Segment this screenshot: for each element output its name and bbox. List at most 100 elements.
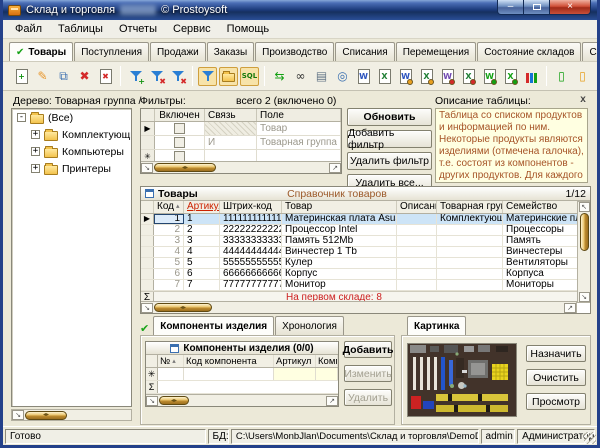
tree-hscroll-corner-icon[interactable]: ↘ (12, 410, 24, 420)
description-close-button[interactable]: x (577, 94, 589, 106)
refresh-icon[interactable]: ⇆ (270, 67, 289, 86)
subtab-1[interactable]: Хронология (275, 316, 344, 335)
table-row[interactable]: 777777777777777МониторМониторы (141, 280, 591, 291)
table-cell[interactable] (397, 258, 437, 268)
filter-panel-icon[interactable] (198, 67, 217, 86)
export-word-icon[interactable]: W (354, 67, 373, 86)
export-excel-icon[interactable]: X (375, 67, 394, 86)
table-cell[interactable]: 4 (154, 247, 184, 257)
products-vscroll-top-icon[interactable]: ↖ (579, 202, 590, 212)
components-grid[interactable]: Компоненты изделия (0/0) №▴Код компонент… (145, 341, 339, 407)
table-cell[interactable]: Монитор (282, 280, 397, 290)
tree-item-0[interactable]: -(Все) (12, 109, 131, 126)
edit-icon[interactable]: ✎ (33, 67, 52, 86)
menu-item-0[interactable]: Файл (7, 21, 50, 37)
components-hscroll-right-icon[interactable]: ↗ (326, 396, 338, 406)
table-cell[interactable]: 5 (154, 258, 184, 268)
components-cell[interactable] (158, 368, 184, 380)
products-vscrollbar[interactable]: ↖ ↘ (577, 201, 590, 303)
products-header-2[interactable]: Штрих-код (220, 201, 282, 213)
table-cell[interactable]: Корпус (282, 269, 397, 279)
components-new-row[interactable]: ✳ (146, 368, 338, 381)
tree-hscrollbar[interactable]: ↘ (11, 409, 132, 421)
products-hscrollbar[interactable]: ↘ ↗ (141, 301, 577, 313)
components-button-0[interactable]: Добавить (344, 341, 392, 358)
table-cell[interactable]: Комплектующие (437, 214, 503, 224)
tree-panel-icon[interactable] (219, 67, 238, 86)
table-cell[interactable] (437, 269, 503, 279)
products-vscroll-bottom-icon[interactable]: ↘ (579, 292, 590, 302)
tab-1[interactable]: Поступления (74, 42, 149, 61)
filter-checkbox[interactable] (174, 137, 185, 148)
products-hscroll-left-icon[interactable]: ↘ (141, 303, 153, 313)
delete-table-icon[interactable]: ✖ (96, 67, 115, 86)
table-row[interactable]: 666666666666666КорпусКорпуса (141, 269, 591, 280)
add-record-icon[interactable]: + (12, 67, 31, 86)
table-cell[interactable]: 1111111111111 (220, 214, 282, 224)
table-cell[interactable]: 7 (154, 280, 184, 290)
excel-report-icon[interactable]: X (459, 67, 478, 86)
filters-hscroll-right-icon[interactable]: ↗ (329, 163, 341, 173)
table-cell[interactable]: 3 (184, 236, 220, 246)
table-cell[interactable]: 6 (154, 269, 184, 279)
table-cell[interactable]: 2 (154, 225, 184, 235)
table-cell[interactable]: 6666666666666 (220, 269, 282, 279)
filter-row-0[interactable]: ▶Товар (141, 122, 341, 136)
picture-button-0[interactable]: Назначить (526, 345, 586, 362)
table-cell[interactable] (397, 214, 437, 224)
components-hscroll-thumb[interactable] (159, 396, 189, 405)
components-cell[interactable] (184, 368, 274, 380)
menu-item-3[interactable]: Сервис (165, 21, 219, 37)
components-header-2[interactable]: Артикул (274, 355, 316, 367)
table-settings-icon[interactable]: ▦ (594, 67, 597, 86)
table-row[interactable]: 555555555555555КулерВентиляторы (141, 258, 591, 269)
table-cell[interactable]: 2 (184, 225, 220, 235)
filters-hscroll-left-icon[interactable]: ↘ (141, 163, 153, 173)
product-picture[interactable] (407, 343, 517, 417)
word-report-icon[interactable]: W (438, 67, 457, 86)
filter-clear-icon[interactable]: ✖ (168, 67, 187, 86)
subtab-0[interactable]: Компоненты изделия (153, 316, 274, 335)
components-button-2[interactable]: Удалить (344, 389, 392, 406)
sql-icon[interactable]: SQL (240, 67, 259, 86)
export-report-excel-icon[interactable]: X (501, 67, 520, 86)
components-header-3[interactable]: Компонент (316, 355, 338, 367)
tree-box[interactable]: -(Все)+Комплектующие+Компьютеры+Принтеры (11, 108, 132, 407)
table-cell[interactable]: 4444444444444 (220, 247, 282, 257)
tree-item-2[interactable]: +Компьютеры (12, 143, 131, 160)
table-cell[interactable]: 5 (184, 258, 220, 268)
tab-8[interactable]: Сотрудники (582, 42, 600, 61)
table-cell[interactable]: Память 512Mb (282, 236, 397, 246)
preview-icon[interactable]: ◎ (333, 67, 352, 86)
tab-5[interactable]: Списания (335, 42, 394, 61)
components-header-0[interactable]: №▴ (158, 355, 184, 367)
components-cell[interactable] (316, 368, 338, 380)
table-cell[interactable]: Процессор Intel (282, 225, 397, 235)
table-cell[interactable] (437, 225, 503, 235)
products-header-3[interactable]: Товар (282, 201, 397, 213)
tree-expander-icon[interactable]: + (31, 130, 40, 139)
table-cell[interactable] (437, 280, 503, 290)
filter-button-1[interactable]: Добавить фильтр (347, 130, 432, 148)
table-cell[interactable]: 7777777777777 (220, 280, 282, 290)
column-settings-icon[interactable]: ▯ (573, 67, 592, 86)
excel-template-icon[interactable]: X (417, 67, 436, 86)
products-hscroll-thumb[interactable] (154, 303, 212, 312)
table-cell[interactable]: 3 (154, 236, 184, 246)
table-cell[interactable] (437, 258, 503, 268)
products-header-0[interactable]: Код▴ (154, 201, 184, 213)
table-cell[interactable] (397, 269, 437, 279)
components-cell[interactable] (274, 368, 316, 380)
table-cell[interactable]: 3333333333333 (220, 236, 282, 246)
resize-grip[interactable] (584, 432, 596, 444)
menu-item-1[interactable]: Таблицы (50, 21, 111, 37)
table-cell[interactable]: 7 (184, 280, 220, 290)
filter-button-2[interactable]: Удалить фильтр (347, 152, 432, 170)
table-cell[interactable]: 4 (184, 247, 220, 257)
table-cell[interactable]: Винчестер 1 Tb (282, 247, 397, 257)
products-header-1[interactable]: Артикул (184, 201, 220, 213)
tree-expander-icon[interactable]: + (31, 147, 40, 156)
close-button[interactable]: × (550, 0, 590, 14)
table-cell[interactable]: 2222222222222 (220, 225, 282, 235)
table-cell[interactable] (397, 225, 437, 235)
